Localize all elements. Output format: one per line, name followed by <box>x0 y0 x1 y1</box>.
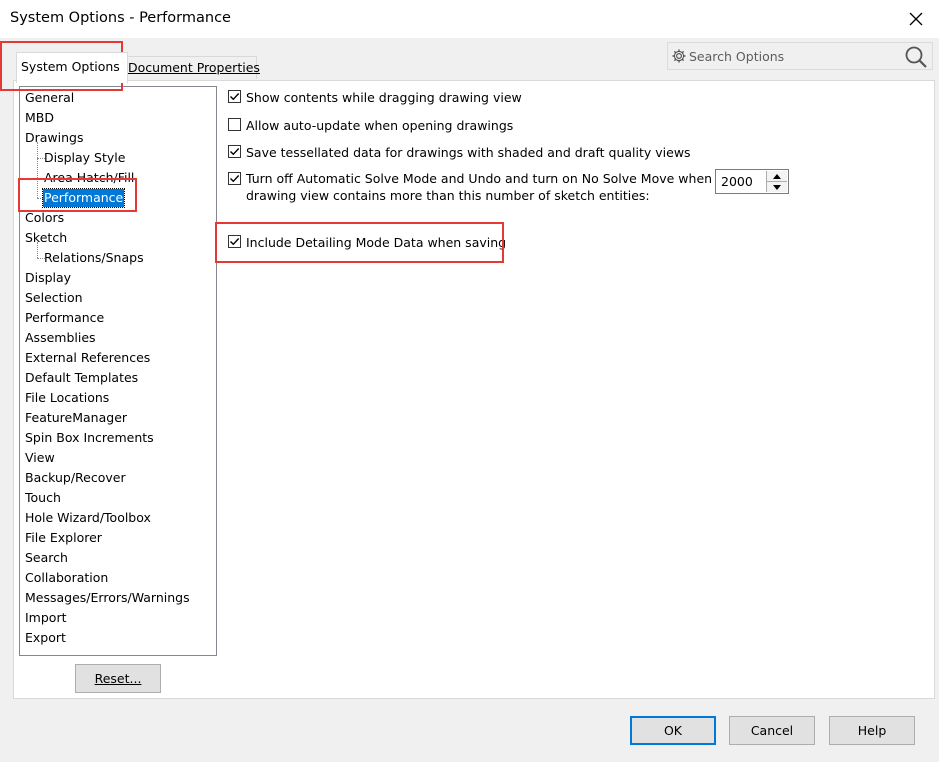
tree-item[interactable]: File Explorer <box>25 529 102 547</box>
tab-system-options[interactable]: System Options <box>16 52 128 83</box>
tree-item[interactable]: Area Hatch/Fill <box>44 169 134 187</box>
search-input[interactable]: Search Options <box>689 49 784 64</box>
close-icon[interactable] <box>902 6 930 32</box>
auto-update-label: Allow auto-update when opening drawings <box>246 118 514 133</box>
tree-item[interactable]: Hole Wizard/Toolbox <box>25 509 151 527</box>
save-tessellated-label: Save tessellated data for drawings with … <box>246 145 691 160</box>
tree-item[interactable]: View <box>25 449 55 467</box>
tree-item[interactable]: Colors <box>25 209 64 227</box>
tree-item[interactable]: Backup/Recover <box>25 469 126 487</box>
window-title: System Options - Performance <box>10 10 231 26</box>
tree-item[interactable]: Display Style <box>44 149 125 167</box>
search-icon[interactable] <box>904 45 928 72</box>
arrow-down-icon <box>773 184 781 190</box>
include-detailing-label: Include Detailing Mode Data when saving <box>246 235 507 250</box>
show-contents-checkbox[interactable] <box>228 90 241 103</box>
tree-item[interactable]: Performance <box>41 188 126 208</box>
tab-system-options-label: System Options <box>21 59 120 74</box>
tab-document-properties-label: Document Properties <box>128 60 260 75</box>
auto-update-checkbox[interactable] <box>228 118 241 131</box>
turn-off-solve-label-line1: Turn off Automatic Solve Mode and Undo a… <box>246 171 713 186</box>
tree-connector <box>37 142 38 198</box>
tree-item[interactable]: MBD <box>25 109 54 127</box>
reset-button[interactable]: Reset... <box>75 664 161 693</box>
tree-item[interactable]: File Locations <box>25 389 109 407</box>
tree-item[interactable]: Spin Box Increments <box>25 429 154 447</box>
gear-icon[interactable] <box>671 48 687 67</box>
ok-button[interactable]: OK <box>630 716 716 745</box>
spin-arrows <box>766 171 787 192</box>
reset-button-label: Reset... <box>94 671 142 686</box>
arrow-up-icon <box>773 173 781 179</box>
tree-item[interactable]: Selection <box>25 289 83 307</box>
tree-item[interactable]: Import <box>25 609 67 627</box>
options-tree[interactable]: General MBD Drawings Display Style Area Hatc… <box>19 86 217 656</box>
tab-document-properties[interactable]: Document Properties <box>123 56 260 79</box>
tree-item[interactable]: Sketch <box>25 229 67 247</box>
spin-down-button[interactable] <box>767 182 787 192</box>
help-button[interactable]: Help <box>829 716 915 745</box>
tree-item[interactable]: Drawings <box>25 129 84 147</box>
include-detailing-checkbox[interactable] <box>228 235 241 248</box>
tree-item[interactable]: Default Templates <box>25 369 138 387</box>
tree-item[interactable]: Assemblies <box>25 329 96 347</box>
tree-item[interactable]: Display <box>25 269 71 287</box>
save-tessellated-checkbox[interactable] <box>228 145 241 158</box>
tree-item[interactable]: FeatureManager <box>25 409 127 427</box>
cancel-button[interactable]: Cancel <box>729 716 815 745</box>
turn-off-solve-label-line2: drawing view contains more than this num… <box>246 188 650 203</box>
show-contents-label: Show contents while dragging drawing vie… <box>246 90 522 105</box>
tree-item[interactable]: General <box>25 89 74 107</box>
sketch-entities-spinbox[interactable]: 2000 <box>715 169 789 194</box>
tree-item[interactable]: Relations/Snaps <box>44 249 144 267</box>
tree-item[interactable]: Touch <box>25 489 61 507</box>
title-bar: System Options - Performance <box>0 0 939 38</box>
tree-item[interactable]: Export <box>25 629 66 647</box>
tree-item[interactable]: Performance <box>25 309 104 327</box>
tree-item[interactable]: External References <box>25 349 150 367</box>
spin-up-button[interactable] <box>767 171 787 182</box>
search-box[interactable]: Search Options <box>667 42 933 70</box>
tree-item[interactable]: Collaboration <box>25 569 108 587</box>
tree-item[interactable]: Search <box>25 549 68 567</box>
sketch-entities-value[interactable]: 2000 <box>721 174 753 189</box>
turn-off-solve-checkbox[interactable] <box>228 172 241 185</box>
tree-item[interactable]: Messages/Errors/Warnings <box>25 589 190 607</box>
